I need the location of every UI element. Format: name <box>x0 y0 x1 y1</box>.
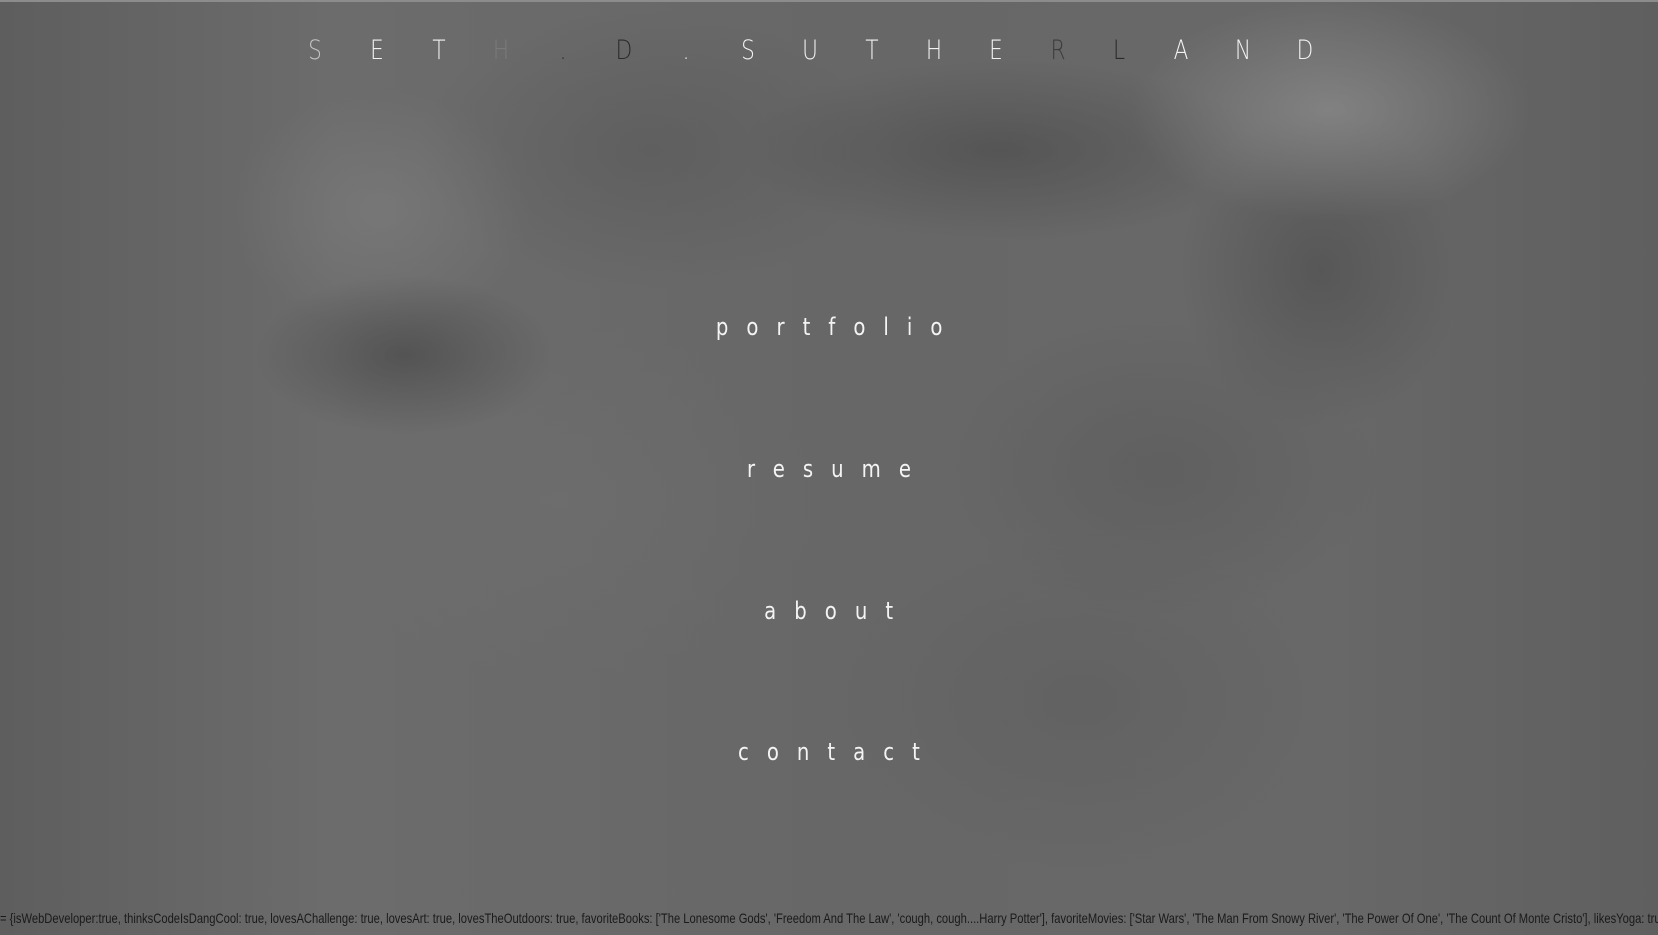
title-letter: H <box>925 34 942 66</box>
top-border <box>0 0 1658 2</box>
site-title: S E T H . D . S U T H E R L A N D <box>300 30 1320 70</box>
contact-link[interactable]: contact <box>720 738 938 766</box>
about-link[interactable]: about <box>746 597 911 625</box>
title-letter: U <box>802 34 818 66</box>
title-letter: H <box>492 34 509 66</box>
title-letter: D <box>1296 34 1314 66</box>
nav-item-about: about <box>0 597 1658 625</box>
title-letter: T <box>432 34 446 66</box>
title-letter: D <box>616 34 633 66</box>
title-letter: L <box>1113 34 1126 66</box>
title-letter: T <box>865 34 879 66</box>
title-letter: S <box>741 34 755 66</box>
title-letter: A <box>1173 34 1189 66</box>
title-letter: . <box>682 34 690 66</box>
title-letter: . <box>559 34 566 66</box>
nav-item-portfolio: portfolio <box>0 313 1658 341</box>
title-letter: E <box>370 34 384 66</box>
title-letter: S <box>308 34 322 66</box>
bio-ticker-text: = {isWebDeveloper:true, thinksCodeIsDang… <box>0 910 1658 926</box>
resume-link[interactable]: resume <box>729 455 929 483</box>
nav-item-contact: contact <box>0 738 1658 766</box>
title-letter: N <box>1235 34 1252 66</box>
title-letter: E <box>988 34 1003 66</box>
title-letter: R <box>1049 34 1065 66</box>
nav-item-resume: resume <box>0 455 1658 483</box>
portfolio-link[interactable]: portfolio <box>698 313 961 341</box>
bio-ticker: = {isWebDeveloper:true, thinksCodeIsDang… <box>0 910 1658 932</box>
